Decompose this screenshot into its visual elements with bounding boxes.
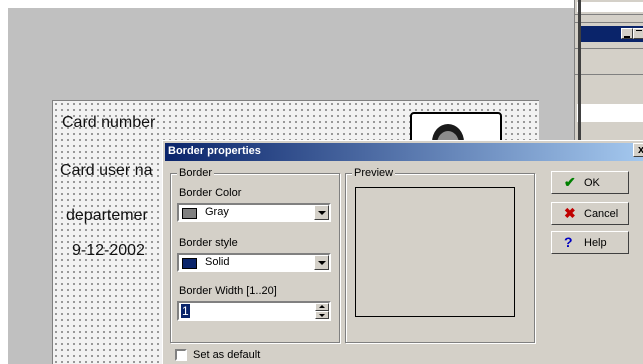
border-width-spinner[interactable]: 1 [177, 301, 331, 321]
card-field-department[interactable]: departemer [66, 207, 148, 225]
border-style-select[interactable]: Solid [177, 253, 331, 272]
border-properties-dialog: Border properties x Border Border Color … [162, 140, 643, 364]
cancel-label: Cancel [584, 208, 619, 220]
card-field-card-user-name[interactable]: Card user na [60, 162, 153, 180]
minimize-button[interactable] [621, 28, 633, 39]
color-swatch [182, 208, 197, 219]
dialog-titlebar[interactable]: Border properties [165, 143, 643, 161]
border-width-label: Border Width [1..20] [179, 285, 277, 297]
cancel-button[interactable]: ✖ Cancel [551, 202, 629, 225]
card-field-card-number[interactable]: Card number [62, 114, 155, 132]
check-icon: ✔ [564, 174, 576, 190]
dialog-title: Border properties [168, 145, 261, 157]
spin-down-icon[interactable] [315, 311, 329, 319]
card-field-date[interactable]: 9-12-2002 [72, 242, 145, 260]
border-style-value: Solid [205, 256, 230, 268]
close-button[interactable]: x [633, 143, 643, 157]
border-color-value: Gray [205, 206, 229, 218]
border-preview [355, 187, 515, 317]
set-default-checkbox[interactable] [175, 349, 187, 361]
chevron-down-icon[interactable] [314, 205, 329, 220]
border-color-select[interactable]: Gray [177, 203, 331, 222]
spin-up-icon[interactable] [315, 303, 329, 311]
set-default-label[interactable]: Set as default [193, 349, 260, 361]
help-label: Help [584, 237, 607, 249]
border-color-label: Border Color [179, 187, 242, 199]
question-icon: ? [564, 234, 573, 250]
ok-label: OK [584, 177, 600, 189]
ok-button[interactable]: ✔ OK [551, 171, 629, 194]
help-button[interactable]: ? Help [551, 231, 629, 254]
maximize-button[interactable] [633, 28, 643, 39]
preview-group-title: Preview [352, 167, 396, 179]
x-mark-icon: ✖ [564, 205, 576, 221]
close-icon: x [637, 144, 643, 156]
border-width-value: 1 [181, 304, 190, 318]
border-style-label: Border style [179, 237, 238, 249]
chevron-down-icon[interactable] [314, 255, 329, 270]
border-group-title: Border [177, 167, 215, 179]
style-swatch [182, 258, 197, 269]
screen: Card number Card user na departemer 9-12… [0, 0, 643, 364]
